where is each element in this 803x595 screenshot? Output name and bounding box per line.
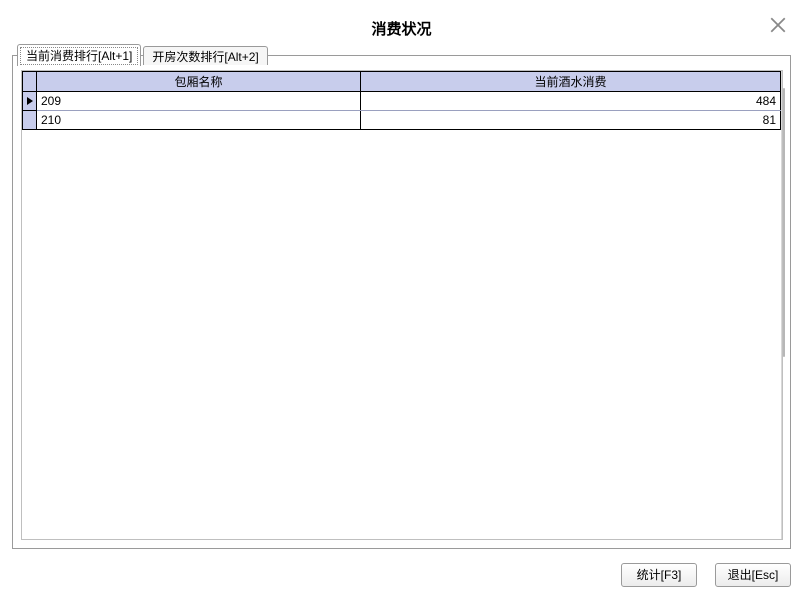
vertical-scrollbar[interactable]: [781, 71, 782, 539]
table-row[interactable]: 209 484: [23, 92, 781, 111]
cell-amount[interactable]: 81: [361, 111, 781, 130]
cell-room[interactable]: 210: [37, 111, 361, 130]
column-header-amount[interactable]: 当前酒水消费: [361, 72, 781, 92]
column-header-room[interactable]: 包厢名称: [37, 72, 361, 92]
dialog-root: 消费状况 当前消费排行[Alt+1] 开房次数排行[Alt+2]: [0, 0, 803, 595]
tab-label: 当前消费排行[Alt+1]: [26, 49, 132, 63]
row-indicator: [23, 111, 37, 130]
table-container: 包厢名称 当前酒水消费 209 484 210 81: [21, 70, 783, 540]
tab-open-count[interactable]: 开房次数排行[Alt+2]: [143, 46, 267, 65]
main-panel: 当前消费排行[Alt+1] 开房次数排行[Alt+2]: [12, 55, 791, 549]
cell-room[interactable]: 209: [37, 92, 361, 111]
title-bar: 消费状况: [0, 0, 803, 45]
tab-current-consumption[interactable]: 当前消费排行[Alt+1]: [17, 44, 141, 66]
current-row-icon: [27, 97, 33, 105]
exit-button[interactable]: 退出[Esc]: [715, 563, 791, 587]
cell-amount[interactable]: 484: [361, 92, 781, 111]
stats-button[interactable]: 统计[F3]: [621, 563, 697, 587]
grid-area: 包厢名称 当前酒水消费 209 484 210 81: [22, 71, 781, 539]
tabstrip: 当前消费排行[Alt+1] 开房次数排行[Alt+2]: [17, 43, 270, 65]
table-row[interactable]: 210 81: [23, 111, 781, 130]
scroll-thumb[interactable]: [783, 88, 785, 357]
row-header-corner: [23, 72, 37, 92]
consumption-table: 包厢名称 当前酒水消费 209 484 210 81: [22, 71, 781, 130]
row-indicator: [23, 92, 37, 111]
button-bar: 统计[F3] 退出[Esc]: [621, 563, 791, 587]
dialog-title: 消费状况: [0, 18, 803, 39]
tab-label: 开房次数排行[Alt+2]: [152, 50, 258, 64]
close-button[interactable]: [769, 16, 789, 36]
close-icon: [769, 16, 787, 34]
